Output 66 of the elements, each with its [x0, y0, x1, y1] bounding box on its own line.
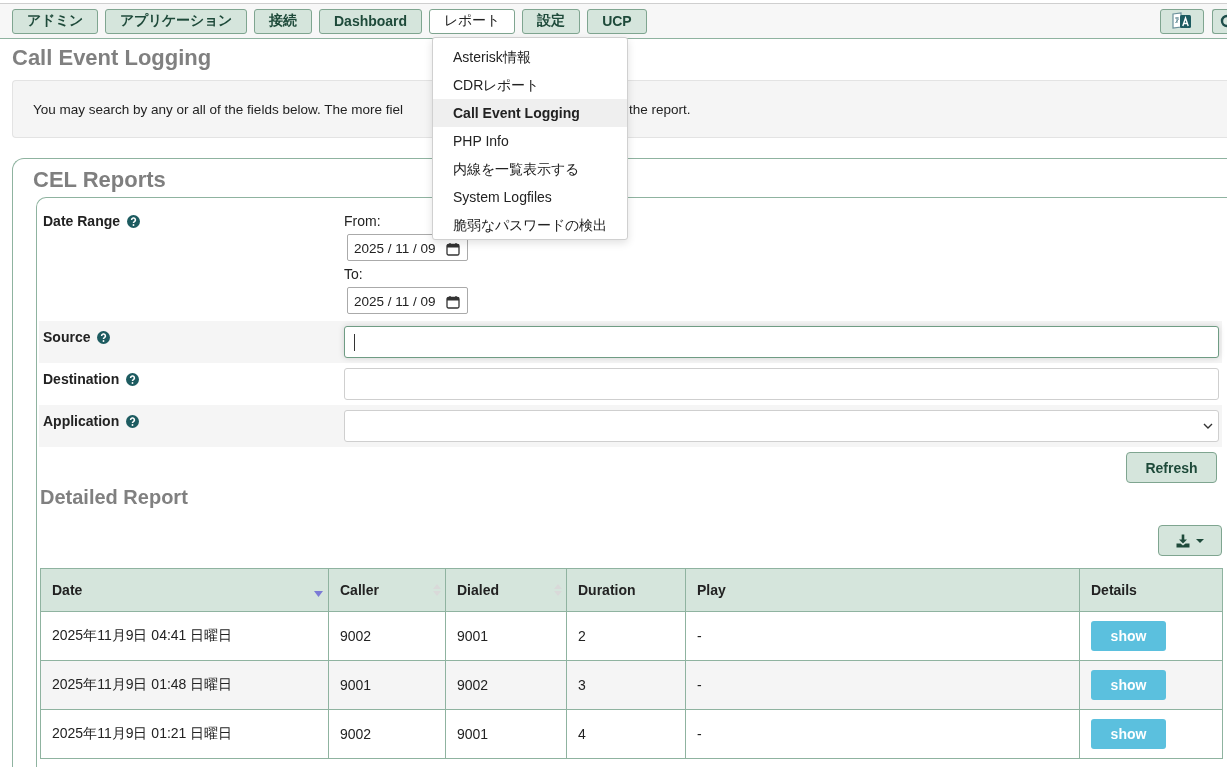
- menu-item[interactable]: System Logfiles: [433, 183, 627, 211]
- text-field[interactable]: [344, 326, 1219, 358]
- nav-tab[interactable]: Dashboard: [319, 8, 423, 34]
- export-button[interactable]: [1158, 525, 1222, 556]
- table-cell: 9002: [457, 677, 489, 693]
- table-cell: 9001: [340, 677, 372, 693]
- help-icon[interactable]: [126, 414, 140, 428]
- chevron-down-icon: [1203, 423, 1213, 429]
- column-header[interactable]: Details: [1091, 582, 1137, 598]
- search-button[interactable]: [1212, 8, 1227, 34]
- help-icon[interactable]: [126, 372, 140, 386]
- page-title: Call Event Logging: [12, 45, 212, 71]
- field-label: Source: [43, 329, 91, 345]
- menu-item[interactable]: CDRレポート: [433, 71, 627, 99]
- section-title: CEL Reports: [33, 167, 166, 193]
- help-icon[interactable]: [97, 330, 111, 344]
- text-field[interactable]: [344, 368, 1219, 400]
- nav-tab[interactable]: 設定: [522, 8, 581, 34]
- table-cell: 9002: [340, 726, 372, 742]
- column-header[interactable]: Play: [697, 582, 726, 598]
- field-label: Destination: [43, 371, 120, 387]
- column-header[interactable]: Dialed: [457, 582, 499, 598]
- nav-tab[interactable]: アドミン: [12, 8, 98, 34]
- table-cell: 2025年11月9日 01:21 日曜日: [52, 725, 233, 741]
- table-cell: 9001: [457, 726, 489, 742]
- download-icon: [1176, 533, 1190, 548]
- refresh-button[interactable]: Refresh: [1126, 452, 1217, 483]
- table-cell: 9001: [457, 628, 489, 644]
- field-label: Date Range: [43, 213, 121, 229]
- info-text: the report.: [629, 101, 691, 117]
- table-cell: 2: [578, 628, 586, 644]
- select-field[interactable]: [344, 410, 1219, 442]
- menu-item[interactable]: Asterisk情報: [433, 43, 627, 71]
- column-header[interactable]: Date: [52, 582, 83, 598]
- search-icon: [1218, 14, 1227, 28]
- to-label: To:: [344, 265, 363, 284]
- column-header[interactable]: Duration: [578, 582, 636, 598]
- menu-item[interactable]: 内線を一覧表示する: [433, 155, 627, 183]
- table-cell: -: [697, 677, 702, 693]
- calendar-icon[interactable]: [446, 241, 460, 256]
- date-field[interactable]: 2025 / 11 / 09: [347, 287, 468, 314]
- menu-item[interactable]: PHP Info: [433, 127, 627, 155]
- table-cell: 2025年11月9日 01:48 日曜日: [52, 676, 233, 692]
- nav-tab[interactable]: アプリケーション: [105, 8, 247, 34]
- calendar-icon[interactable]: [446, 294, 460, 309]
- translate-icon: [1172, 12, 1192, 30]
- column-header[interactable]: Caller: [340, 582, 379, 598]
- table-cell: 3: [578, 677, 586, 693]
- date-field[interactable]: 2025 / 11 / 09: [347, 234, 468, 261]
- nav-tab[interactable]: UCP: [587, 8, 647, 34]
- table-cell: -: [697, 628, 702, 644]
- table-cell: 2025年11月9日 04:41 日曜日: [52, 627, 233, 643]
- help-icon[interactable]: [127, 214, 141, 228]
- table-cell: 9002: [340, 628, 372, 644]
- caret-icon: [1196, 538, 1204, 543]
- from-label: From:: [344, 212, 381, 231]
- translate-button[interactable]: [1160, 8, 1204, 34]
- sort-desc-icon[interactable]: [314, 590, 323, 597]
- menu-item[interactable]: Call Event Logging: [433, 99, 627, 127]
- table-cell: -: [697, 726, 702, 742]
- field-label: Application: [43, 413, 120, 429]
- nav-tab[interactable]: レポート: [429, 8, 516, 34]
- nav-tab[interactable]: 接続: [254, 8, 312, 34]
- table-cell: 4: [578, 726, 586, 742]
- info-text: You may search by any or all of the fields below. The more fiel: [33, 101, 404, 117]
- section-title: Detailed Report: [40, 486, 188, 508]
